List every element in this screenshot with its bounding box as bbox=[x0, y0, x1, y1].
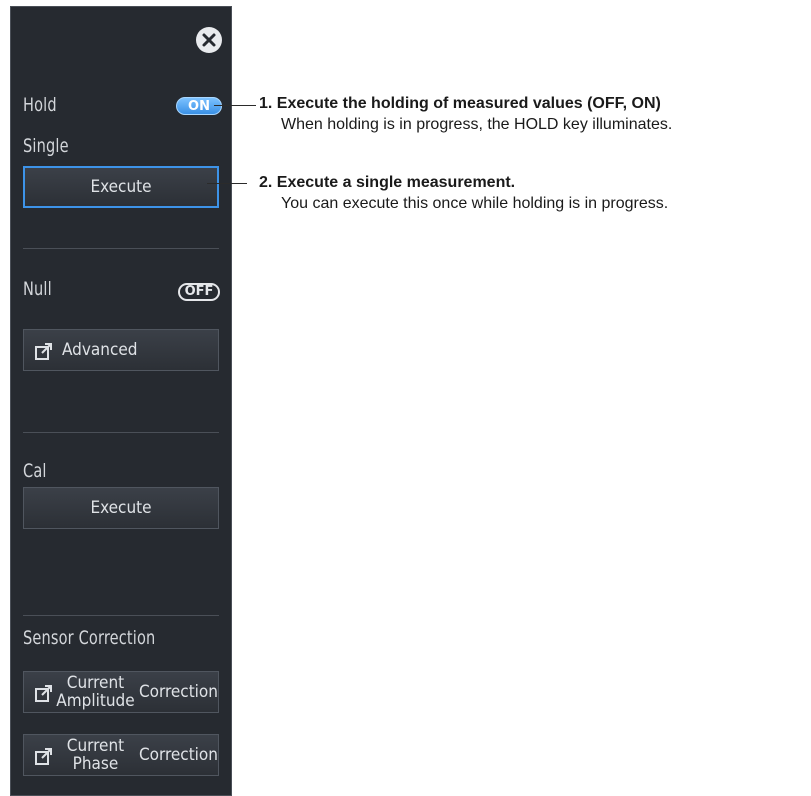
hold-label: Hold bbox=[23, 94, 57, 116]
annotation-1: 1. Execute the holding of measured value… bbox=[259, 93, 672, 135]
null-toggle[interactable]: OFF bbox=[178, 283, 220, 301]
leader-line bbox=[214, 105, 256, 106]
cal-execute-button[interactable]: Execute bbox=[23, 487, 219, 529]
divider bbox=[23, 432, 219, 433]
cal-label: Cal bbox=[23, 460, 47, 482]
annotation-title: Execute a single measurement. bbox=[276, 174, 516, 191]
leader-line bbox=[207, 183, 247, 184]
current-amplitude-correction-button[interactable]: Current Amplitude Correction bbox=[23, 671, 219, 713]
current-amplitude-correction-label: Current Amplitude Correction bbox=[52, 672, 218, 712]
divider bbox=[23, 248, 219, 249]
label-line: Current Phase bbox=[66, 736, 125, 774]
close-icon bbox=[202, 33, 216, 47]
annotation-number: 1. bbox=[259, 95, 273, 112]
label-line: Current Amplitude bbox=[56, 673, 135, 711]
label-line: Correction bbox=[138, 745, 218, 765]
annotation-2: 2. Execute a single measurement. You can… bbox=[259, 172, 668, 214]
single-label: Single bbox=[23, 135, 69, 157]
label-line: Correction bbox=[138, 682, 218, 702]
hold-settings-panel: Hold ON Single Execute Null OFF Advanced… bbox=[10, 6, 232, 796]
cal-execute-label: Execute bbox=[90, 498, 152, 518]
advanced-label: Advanced bbox=[62, 340, 138, 360]
hold-toggle[interactable]: ON bbox=[176, 97, 222, 115]
external-window-icon bbox=[35, 748, 52, 765]
current-phase-correction-button[interactable]: Current Phase Correction bbox=[23, 734, 219, 776]
single-execute-label: Execute bbox=[90, 177, 152, 197]
divider bbox=[23, 615, 219, 616]
annotation-title: Execute the holding of measured values (… bbox=[276, 95, 661, 112]
null-label: Null bbox=[23, 278, 52, 300]
annotation-text: When holding is in progress, the HOLD ke… bbox=[281, 116, 673, 133]
current-phase-correction-label: Current Phase Correction bbox=[52, 735, 218, 775]
external-window-icon bbox=[35, 685, 52, 702]
single-execute-button[interactable]: Execute bbox=[23, 166, 219, 208]
annotation-text: You can execute this once while holding … bbox=[281, 195, 669, 212]
annotation-number: 2. bbox=[259, 174, 273, 191]
external-window-icon bbox=[35, 343, 52, 360]
advanced-button[interactable]: Advanced bbox=[23, 329, 219, 371]
sensor-correction-label: Sensor Correction bbox=[23, 627, 156, 649]
close-button[interactable] bbox=[196, 27, 222, 53]
